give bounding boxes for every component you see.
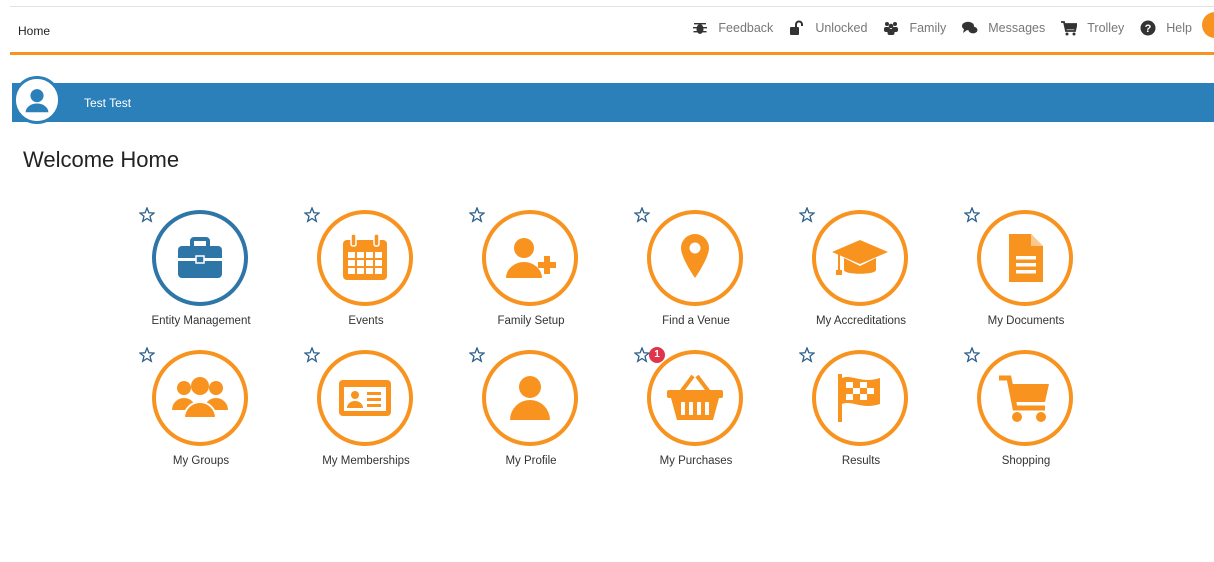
id-card-icon[interactable] [317, 350, 413, 446]
basket-icon[interactable] [647, 350, 743, 446]
tile-find-a-venue[interactable]: Find a Venue [633, 206, 798, 337]
tile-my-groups[interactable]: My Groups [138, 346, 303, 477]
help-icon: ? [1140, 20, 1156, 36]
tile-label: My Groups [172, 455, 230, 467]
nav-unlocked-label: Unlocked [815, 21, 868, 35]
tile-shopping[interactable]: Shopping [963, 346, 1128, 477]
chat-icon [962, 21, 978, 34]
user-icon[interactable] [482, 350, 578, 446]
nav-help[interactable]: ? Help [1140, 20, 1192, 36]
favorite-star-icon[interactable] [963, 206, 981, 223]
tile-label: My Accreditations [815, 315, 907, 327]
tile-my-memberships[interactable]: My Memberships [303, 346, 468, 477]
top-navbar: Home Feedback Unlocked Family Messages T… [10, 7, 1214, 55]
avatar-user-icon [16, 79, 58, 121]
nav-messages-label: Messages [988, 21, 1046, 35]
page-title: Welcome Home [23, 147, 180, 172]
nav-unlocked[interactable]: Unlocked [789, 20, 867, 36]
add-user-icon[interactable] [482, 210, 578, 306]
briefcase-icon[interactable] [152, 210, 248, 306]
unlock-icon [790, 20, 804, 35]
family-icon [884, 22, 899, 35]
tile-label: Events [348, 315, 384, 327]
tile-label: Shopping [1001, 455, 1051, 467]
nav-trolley-label: Trolley [1087, 21, 1125, 35]
nav-trolley[interactable]: Trolley [1061, 20, 1124, 36]
tile-label: Find a Venue [662, 315, 730, 327]
checkered-flag-icon[interactable] [812, 350, 908, 446]
tile-entity-management[interactable]: Entity Management [138, 206, 303, 337]
calendar-icon[interactable] [317, 210, 413, 306]
group-icon[interactable] [152, 350, 248, 446]
top-nav: Feedback Unlocked Family Messages Trolle… [676, 20, 1192, 36]
tile-my-documents[interactable]: My Documents [963, 206, 1128, 337]
nav-family-label: Family [909, 21, 947, 35]
favorite-star-icon[interactable] [633, 206, 651, 223]
tile-label: Entity Management [151, 315, 251, 327]
tile-family-setup[interactable]: Family Setup [468, 206, 633, 337]
shopping-cart-icon[interactable] [977, 350, 1073, 446]
tile-label: Family Setup [497, 315, 565, 327]
svg-text:?: ? [1145, 23, 1152, 35]
tile-my-profile[interactable]: My Profile [468, 346, 633, 477]
nav-help-label: Help [1166, 21, 1192, 35]
map-pin-icon[interactable] [647, 210, 743, 306]
tile-my-purchases[interactable]: 1 My Purchases [633, 346, 798, 477]
nav-family[interactable]: Family [883, 20, 946, 36]
favorite-star-icon[interactable] [963, 346, 981, 363]
favorite-star-icon[interactable] [468, 346, 486, 363]
document-icon[interactable] [977, 210, 1073, 306]
favorite-star-icon[interactable] [798, 206, 816, 223]
favorite-star-icon[interactable] [303, 206, 321, 223]
user-menu-button[interactable] [1202, 12, 1214, 38]
home-link[interactable]: Home [18, 24, 50, 38]
tile-label: Results [841, 455, 881, 467]
header-accent-rule [10, 52, 1214, 55]
tile-label: My Purchases [659, 455, 733, 467]
bug-icon [693, 23, 708, 34]
user-name: Test Test [84, 96, 132, 110]
cart-icon [1061, 21, 1078, 36]
favorite-star-icon[interactable] [633, 346, 651, 363]
tile-label: My Documents [987, 315, 1065, 327]
notification-badge: 1 [649, 347, 665, 363]
tile-my-accreditations[interactable]: My Accreditations [798, 206, 963, 337]
tile-events[interactable]: Events [303, 206, 468, 337]
graduation-cap-icon[interactable] [812, 210, 908, 306]
tile-label: My Profile [505, 455, 557, 467]
nav-messages[interactable]: Messages [962, 20, 1045, 36]
tile-results[interactable]: Results [798, 346, 963, 477]
user-bar: Test Test [12, 83, 1214, 122]
favorite-star-icon[interactable] [303, 346, 321, 363]
favorite-star-icon[interactable] [468, 206, 486, 223]
favorite-star-icon[interactable] [138, 346, 156, 363]
avatar[interactable] [13, 76, 61, 124]
nav-feedback[interactable]: Feedback [692, 20, 773, 36]
favorite-star-icon[interactable] [798, 346, 816, 363]
favorite-star-icon[interactable] [138, 206, 156, 223]
tile-label: My Memberships [322, 455, 410, 467]
nav-feedback-label: Feedback [718, 21, 774, 35]
